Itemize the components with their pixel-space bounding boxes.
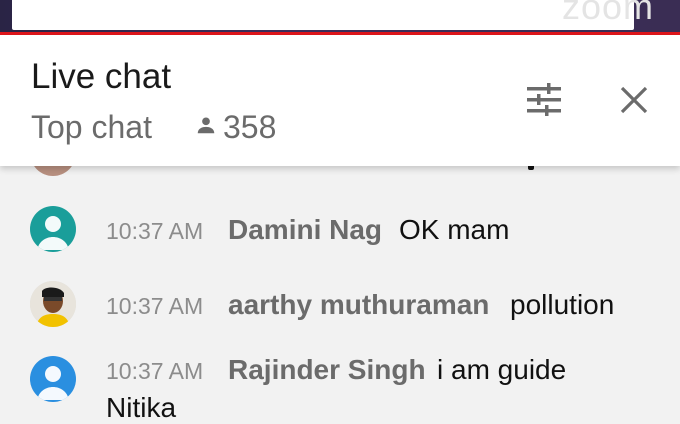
tune-icon <box>525 82 563 122</box>
message-text: i am guide <box>437 354 567 385</box>
person-icon <box>195 114 217 141</box>
avatar[interactable] <box>30 356 76 402</box>
message-timestamp: 10:37 AM <box>106 293 204 319</box>
message-text: OK mam <box>399 214 510 245</box>
filter-settings-button[interactable] <box>522 80 566 124</box>
close-icon <box>619 85 649 120</box>
video-shared-screen <box>12 0 634 30</box>
message-author[interactable]: Rajinder Singh <box>228 354 426 386</box>
chat-message-list[interactable]: 10:37 AM Damini Nag OK mam 10:37 AM aart… <box>0 140 680 423</box>
message-author[interactable]: aarthy muthuraman <box>228 289 489 321</box>
viewer-count: 358 <box>195 107 276 147</box>
avatar[interactable] <box>30 206 76 252</box>
message-author[interactable]: Damini Nag <box>228 214 382 246</box>
message-timestamp: 10:37 AM <box>106 358 204 384</box>
live-chat-header: Live chat Top chat 358 <box>0 35 680 166</box>
chat-title: Live chat <box>31 57 172 96</box>
viewer-count-value: 358 <box>223 109 277 145</box>
chat-mode-selector[interactable]: Top chat <box>31 107 152 147</box>
close-chat-button[interactable] <box>612 80 656 124</box>
message-text: pollution <box>510 289 615 320</box>
message-timestamp: 10:37 AM <box>106 218 204 244</box>
zoom-watermark: zoom <box>561 0 654 27</box>
message-text-continued: Nitika <box>106 392 177 423</box>
avatar[interactable] <box>30 281 76 327</box>
video-preview: zoom <box>0 0 680 32</box>
